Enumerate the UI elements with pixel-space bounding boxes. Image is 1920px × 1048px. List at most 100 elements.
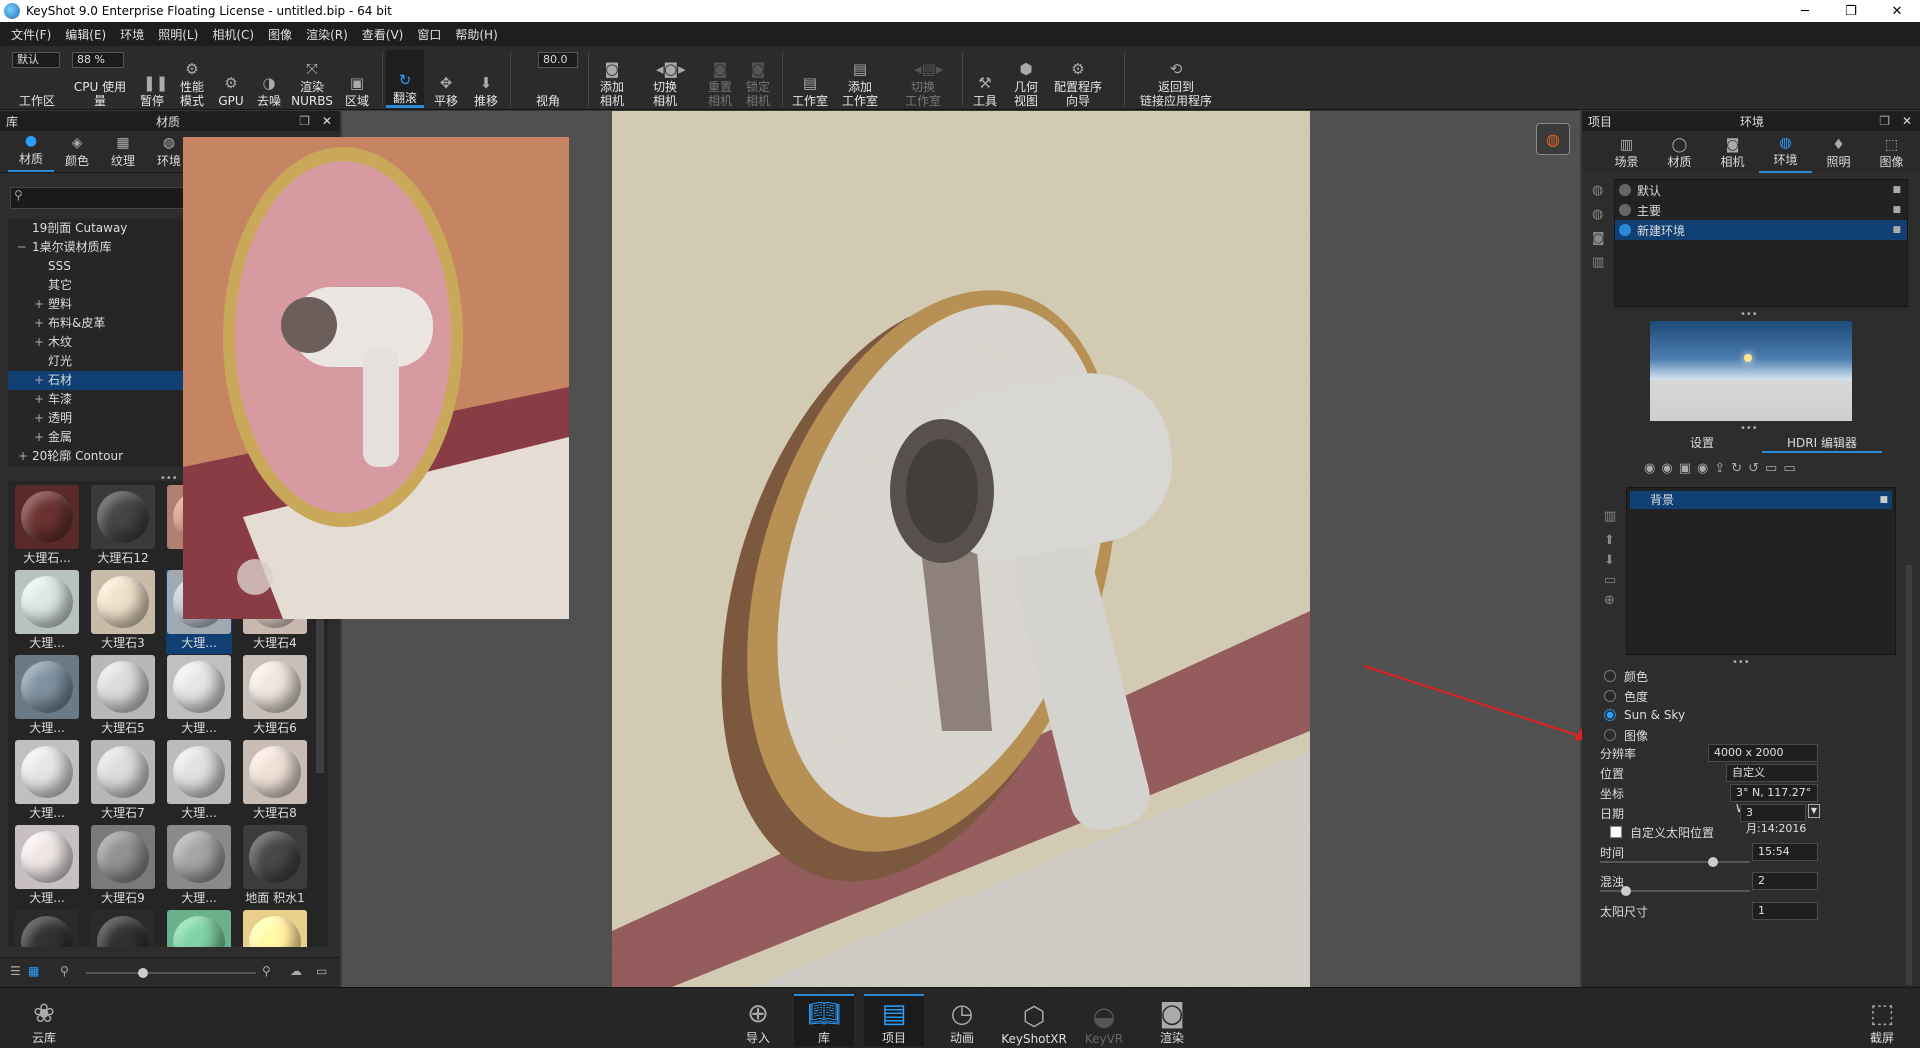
config-wizard-button[interactable]: ⚙ 配置程序 向导 xyxy=(1050,50,1106,108)
material-thumbnail[interactable]: 大理石3 xyxy=(90,570,156,654)
expand-toggle-icon[interactable]: + xyxy=(34,390,48,409)
expand-toggle-icon[interactable]: + xyxy=(34,409,48,428)
menu-lighting[interactable]: 照明(L) xyxy=(151,26,205,43)
fov-button[interactable]: 视角 xyxy=(514,50,582,108)
material-thumbnail[interactable]: 大理石7 xyxy=(90,740,156,824)
tab-textures[interactable]: ▦ 纹理 xyxy=(100,131,146,172)
render-nurbs-button[interactable]: ⤧ 渲染 NURBS xyxy=(291,50,333,108)
expand-toggle-icon[interactable]: + xyxy=(34,371,48,390)
bg-option-sun-sky[interactable]: Sun & Sky xyxy=(1604,706,1685,724)
add-image-icon[interactable]: ▣ xyxy=(1679,461,1697,476)
material-thumbnail[interactable]: 大理石6 xyxy=(242,655,308,739)
custom-sun-row[interactable]: 自定义太阳位置 xyxy=(1610,822,1920,842)
export-icon[interactable]: ⇪ xyxy=(1714,461,1731,476)
sun-size-field[interactable]: 1 xyxy=(1752,902,1818,920)
region-button[interactable]: ▣ 区域 xyxy=(340,50,374,108)
slider-knob[interactable] xyxy=(138,968,148,978)
splitter-handle[interactable]: ••• xyxy=(1740,309,1758,320)
render-button[interactable]: ◙ 渲染 xyxy=(1142,994,1202,1046)
dolly-button[interactable]: ⬇ 推移 xyxy=(468,50,504,108)
material-thumbnail[interactable]: 大理... xyxy=(166,655,232,739)
import-button[interactable]: ⊕ 导入 xyxy=(728,994,788,1046)
date-field[interactable]: 3月:14:2016 xyxy=(1740,804,1806,835)
sun-icon[interactable]: ◉ xyxy=(1697,461,1714,476)
radio-button[interactable] xyxy=(1604,670,1616,682)
add-camera-button[interactable]: ◙ 添加 相机 xyxy=(592,50,632,108)
splitter-handle[interactable]: ••• xyxy=(1732,657,1750,668)
restore-button[interactable]: ❐ xyxy=(1828,0,1874,22)
expand-toggle-icon[interactable]: ─ xyxy=(18,238,32,257)
add-pin-icon[interactable]: ◉ xyxy=(1644,461,1661,476)
expand-toggle-icon[interactable]: + xyxy=(34,333,48,352)
bg-option-color[interactable]: 颜色 xyxy=(1604,667,1648,685)
undock-icon[interactable]: ❐ xyxy=(1879,114,1890,128)
material-thumbnail[interactable]: 大理石5 xyxy=(90,655,156,739)
workspace-button[interactable]: 工作区 xyxy=(10,50,64,108)
delete-icon[interactable]: ▥ xyxy=(1592,255,1604,270)
environment-item[interactable]: 新建环境 ■ xyxy=(1615,220,1907,240)
expand-toggle-icon[interactable]: + xyxy=(34,295,48,314)
location-select[interactable]: 自定义 xyxy=(1726,764,1818,782)
reset-icon[interactable]: ↺ xyxy=(1748,461,1765,476)
tab-hdri-editor[interactable]: HDRI 编辑器 xyxy=(1762,433,1882,453)
delete-layer-icon[interactable]: ▥ xyxy=(1604,509,1616,524)
material-thumbnail[interactable]: 大理... xyxy=(14,825,80,909)
tab-lighting[interactable]: ♦ 照明 xyxy=(1812,131,1865,173)
library-button[interactable]: 📖︎ 库 xyxy=(794,994,854,1046)
add-environment-icon[interactable]: ◍ xyxy=(1592,183,1603,198)
keyvr-button[interactable]: ◒ KeyVR xyxy=(1074,994,1134,1046)
move-up-icon[interactable]: ⬆ xyxy=(1604,533,1615,548)
expand-toggle-icon[interactable]: + xyxy=(34,428,48,447)
environment-settings-icon[interactable]: ◙ xyxy=(1592,231,1605,246)
material-thumbnail[interactable]: 大理石8 xyxy=(242,740,308,824)
radio-button[interactable] xyxy=(1604,729,1616,741)
return-link-button[interactable]: ⟲ 返回到 链接应用程序 xyxy=(1130,50,1222,108)
switch-studio-button[interactable]: ◂▤▸ 切换 工作室 xyxy=(896,50,950,108)
animation-button[interactable]: ◷ 动画 xyxy=(932,994,992,1046)
turbidity-slider[interactable] xyxy=(1600,886,1750,896)
menu-help[interactable]: 帮助(H) xyxy=(448,26,504,43)
menu-image[interactable]: 图像 xyxy=(261,26,299,43)
pan-button[interactable]: ✥ 平移 xyxy=(428,50,464,108)
cloud-upload-icon[interactable]: ☁ xyxy=(290,964,302,978)
undock-icon[interactable]: ❐ xyxy=(299,114,310,128)
material-thumbnail[interactable]: 大理石12 xyxy=(90,485,156,569)
material-thumbnail[interactable] xyxy=(14,910,80,947)
folder-icon[interactable]: ▭ xyxy=(1604,573,1616,588)
save-icon[interactable]: ▭ xyxy=(1765,461,1783,476)
material-thumbnail[interactable]: 大理... xyxy=(14,655,80,739)
hdri-preview[interactable] xyxy=(1650,321,1852,421)
close-button[interactable]: ✕ xyxy=(1874,0,1920,22)
material-thumbnail[interactable]: 大理... xyxy=(166,825,232,909)
menu-view[interactable]: 查看(V) xyxy=(355,26,411,43)
material-thumbnail[interactable]: 地面 积水1 xyxy=(242,825,308,909)
material-thumbnail[interactable] xyxy=(242,910,308,947)
material-thumbnail[interactable]: 大理石9 xyxy=(90,825,156,909)
tab-scene[interactable]: ▥ 场景 xyxy=(1600,131,1653,173)
bg-option-image[interactable]: 图像 xyxy=(1604,726,1648,744)
turbidity-field[interactable]: 2 xyxy=(1752,872,1818,890)
gpu-button[interactable]: ⚙ GPU xyxy=(216,50,246,108)
menu-camera[interactable]: 相机(C) xyxy=(205,26,261,43)
menu-file[interactable]: 文件(F) xyxy=(4,26,58,43)
move-down-icon[interactable]: ⬇ xyxy=(1604,553,1615,568)
environment-item[interactable]: 默认 ■ xyxy=(1615,180,1907,200)
material-thumbnail[interactable]: 大理... xyxy=(14,740,80,824)
sun-marker[interactable] xyxy=(1744,354,1752,362)
screenshot-button[interactable]: ⬚ 截屏 xyxy=(1852,994,1912,1046)
project-button[interactable]: ▤ 项目 xyxy=(864,994,924,1046)
radio-button[interactable] xyxy=(1604,690,1616,702)
radio-button[interactable] xyxy=(1604,709,1616,721)
resolution-select[interactable]: 4000 x 2000 xyxy=(1708,744,1818,762)
close-panel-icon[interactable]: ✕ xyxy=(322,114,332,128)
list-view-icon[interactable]: ☰ xyxy=(10,964,21,978)
layer-item-background[interactable]: 背景 ■ xyxy=(1630,491,1892,509)
bg-option-gradient[interactable]: 色度 xyxy=(1604,687,1648,705)
tab-material[interactable]: ◯ 材质 xyxy=(1653,131,1706,173)
material-thumbnail[interactable]: 大理石... xyxy=(14,485,80,569)
tools-button[interactable]: ⚒ 工具 xyxy=(968,50,1002,108)
denoise-button[interactable]: ◑ 去噪 xyxy=(252,50,286,108)
tab-settings[interactable]: 设置 xyxy=(1642,433,1762,453)
material-thumbnail[interactable]: 大理... xyxy=(14,570,80,654)
add-studio-button[interactable]: ▤ 添加 工作室 xyxy=(838,50,882,108)
